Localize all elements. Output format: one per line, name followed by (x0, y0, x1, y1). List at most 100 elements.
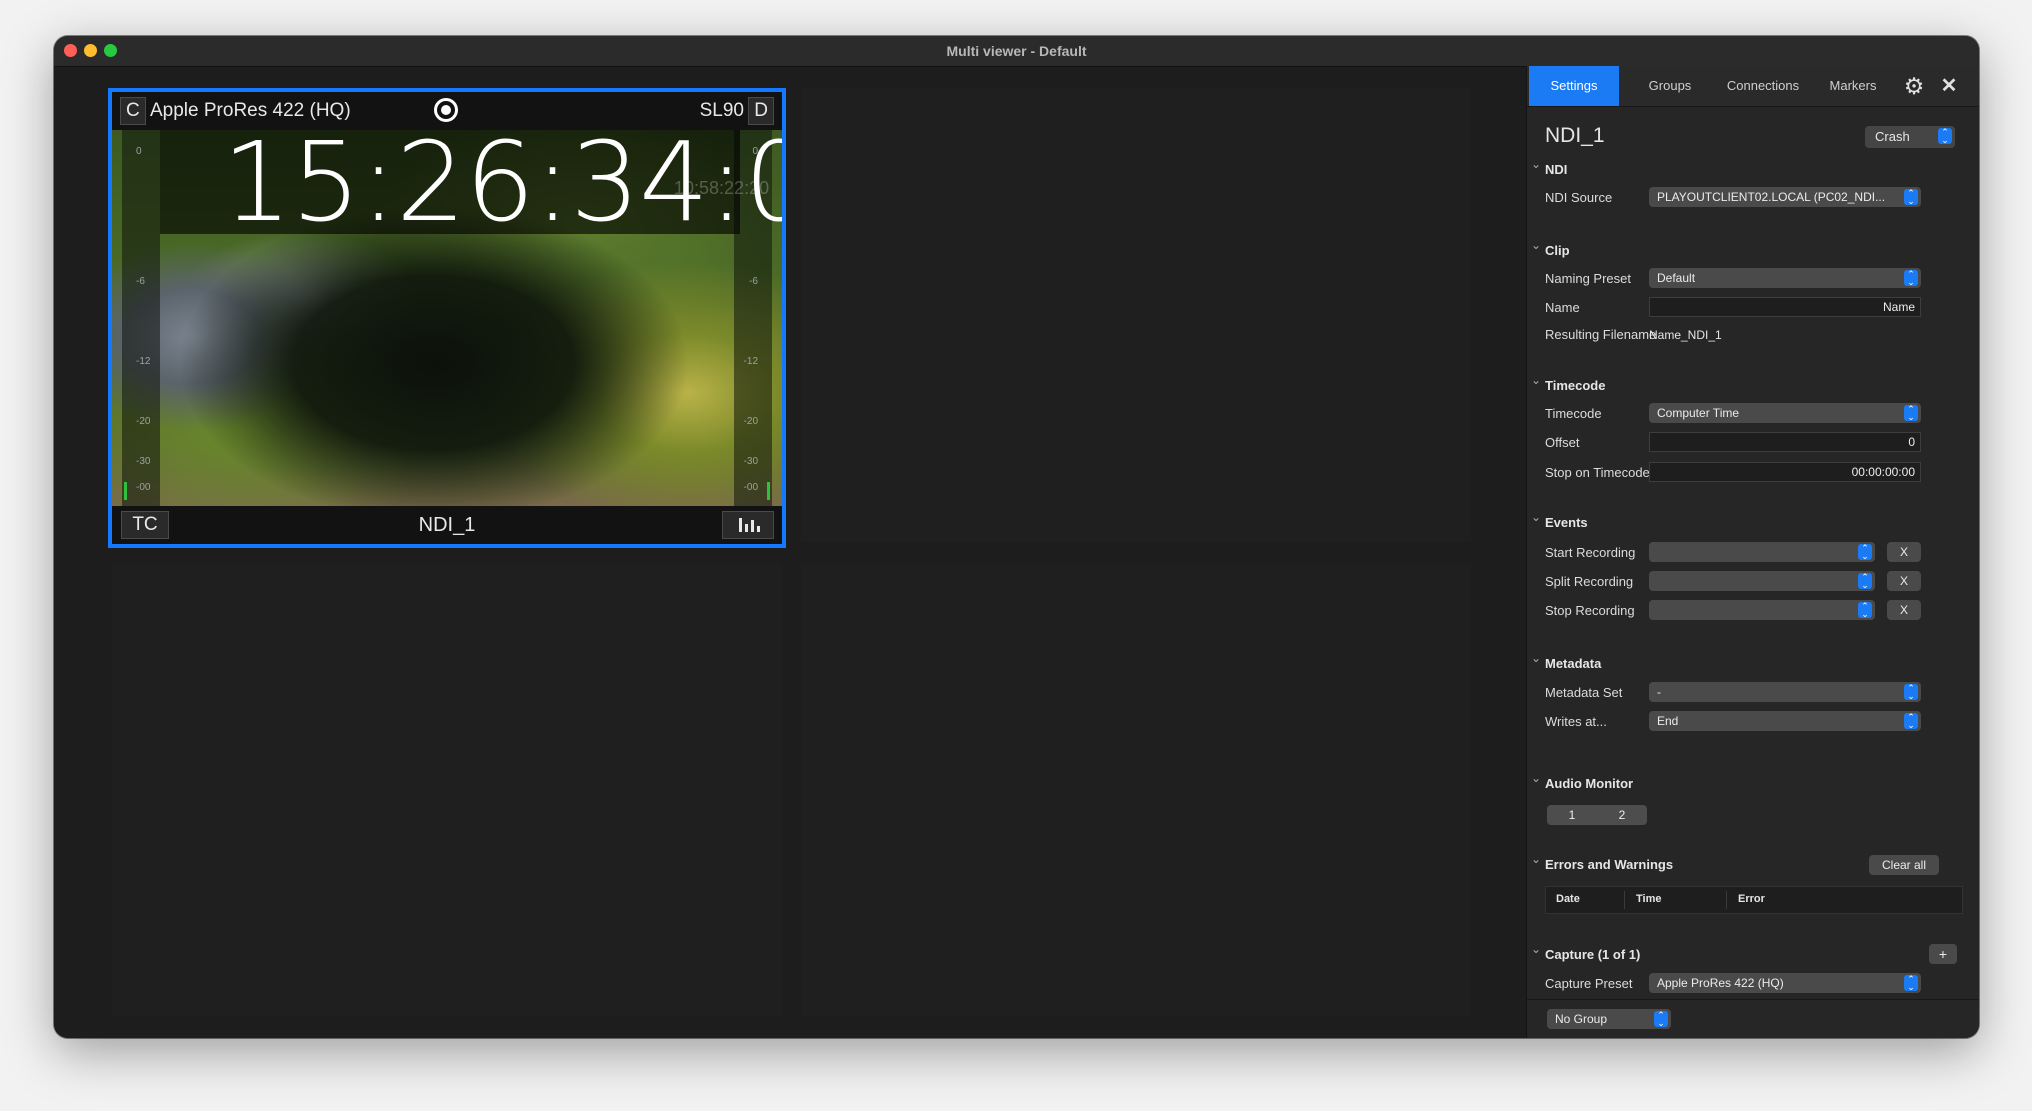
meter-tick: -12 (743, 356, 758, 367)
section-timecode[interactable]: Timecode (1531, 373, 1606, 393)
naming-preset-value: Default (1657, 271, 1696, 285)
tab-settings[interactable]: Settings (1529, 66, 1619, 106)
audio-channel-1[interactable]: 1 (1547, 805, 1597, 825)
stepper-icon: ⌃ ⌄ (1858, 602, 1872, 619)
stepper-icon: ⌃ ⌄ (1904, 405, 1918, 422)
meter-tick: -30 (743, 456, 758, 467)
meter-tick: -00 (136, 482, 151, 493)
tab-markers[interactable]: Markers (1813, 66, 1893, 106)
metadata-set-label: Metadata Set (1545, 685, 1623, 700)
stop-recording-select[interactable]: ⌃ ⌄ (1649, 600, 1875, 620)
meter-tick: -6 (136, 276, 145, 287)
viewer-tile-1[interactable]: C Apple ProRes 422 (HQ) SL90 D 0 -6 -12 … (108, 88, 786, 548)
group-select[interactable]: No Group ⌃ ⌄ (1547, 1009, 1671, 1029)
start-recording-clear-button[interactable]: X (1887, 542, 1921, 562)
column-error[interactable]: Error (1738, 893, 1765, 905)
column-date[interactable]: Date (1556, 893, 1580, 905)
offset-input[interactable]: 0 (1649, 432, 1921, 452)
section-capture[interactable]: Capture (1 of 1) (1531, 942, 1640, 962)
add-capture-button[interactable]: + (1929, 944, 1957, 964)
stepper-icon: ⌃ ⌄ (1904, 270, 1918, 287)
gear-icon[interactable]: ⚙ (1902, 74, 1926, 98)
meter-tick: -20 (136, 416, 151, 427)
ndi-source-select[interactable]: PLAYOUTCLIENT02.LOCAL (PC02_NDI... ⌃ ⌄ (1649, 187, 1921, 207)
meter-level (124, 482, 127, 500)
mode-select[interactable]: Crash ⌃ ⌄ (1865, 126, 1955, 148)
capture-preset-value: Apple ProRes 422 (HQ) (1657, 976, 1784, 990)
group-select-value: No Group (1555, 1012, 1608, 1026)
device-title: NDI_1 (1545, 124, 1605, 147)
ndi-source-label: NDI Source (1545, 190, 1613, 205)
section-events[interactable]: Events (1531, 510, 1588, 530)
writes-at-select[interactable]: End ⌃ ⌄ (1649, 711, 1921, 731)
split-recording-select[interactable]: ⌃ ⌄ (1649, 571, 1875, 591)
meter-tick: 0 (136, 146, 142, 157)
meter-tick: -6 (749, 276, 758, 287)
tile-codec-label: Apple ProRes 422 (HQ) (150, 100, 351, 121)
meter-level (767, 482, 770, 500)
stop-on-timecode-label: Stop on Timecode (1545, 465, 1650, 480)
settings-panel: Settings Groups Connections Markers ⚙ ✕ … (1526, 66, 1979, 1038)
metadata-set-value: - (1657, 685, 1661, 699)
start-recording-select[interactable]: ⌃ ⌄ (1649, 542, 1875, 562)
tab-groups[interactable]: Groups (1627, 66, 1713, 106)
capture-preset-label: Capture Preset (1545, 976, 1633, 991)
tile-left-badge[interactable]: C (120, 97, 146, 125)
viewer-tile-3[interactable] (112, 564, 782, 1016)
tab-connections[interactable]: Connections (1713, 66, 1813, 106)
timecode-overlay: 10:58:22:20 15:26:34:01 (160, 130, 782, 238)
record-icon[interactable] (434, 98, 458, 122)
section-errors[interactable]: Errors and Warnings (1531, 852, 1673, 872)
clear-all-button[interactable]: Clear all (1869, 855, 1939, 875)
audio-channel-2[interactable]: 2 (1597, 805, 1647, 825)
start-recording-label: Start Recording (1545, 545, 1636, 560)
stop-recording-label: Stop Recording (1545, 603, 1635, 618)
viewer-tile-4[interactable] (801, 564, 1471, 1016)
naming-preset-select[interactable]: Default ⌃ ⌄ (1649, 268, 1921, 288)
meter-tick: -12 (136, 356, 151, 367)
title-bar: Multi viewer - Default (54, 36, 1979, 67)
offset-label: Offset (1545, 435, 1580, 450)
stepper-icon: ⌃ ⌄ (1654, 1011, 1668, 1028)
section-ndi[interactable]: NDI (1531, 157, 1568, 177)
tile-right-badge[interactable]: D (748, 97, 774, 125)
meter-tick: -00 (743, 482, 758, 493)
writes-at-value: End (1657, 714, 1679, 728)
stop-recording-clear-button[interactable]: X (1887, 600, 1921, 620)
tile-sl-label: SL90 (699, 100, 744, 121)
timecode-display: 15:26:34:01 (222, 130, 782, 246)
close-icon[interactable]: ✕ (1937, 74, 1961, 98)
writes-at-label: Writes at... (1545, 714, 1607, 729)
section-metadata[interactable]: Metadata (1531, 651, 1601, 671)
tile-name: NDI_1 (418, 514, 476, 536)
timecode-value: Computer Time (1657, 406, 1740, 420)
mode-select-value: Crash (1875, 129, 1910, 144)
resulting-filename-value: Name_NDI_1 (1649, 328, 1722, 342)
stepper-icon: ⌃ ⌄ (1904, 713, 1918, 730)
split-recording-label: Split Recording (1545, 574, 1634, 589)
column-time[interactable]: Time (1636, 893, 1661, 905)
errors-table: Date Time Error (1545, 886, 1963, 914)
panel-tabs: Settings Groups Connections Markers ⚙ ✕ (1527, 66, 1979, 107)
name-input[interactable]: Name (1649, 297, 1921, 317)
capture-preset-select[interactable]: Apple ProRes 422 (HQ) ⌃ ⌄ (1649, 973, 1921, 993)
metadata-set-select[interactable]: - ⌃ ⌄ (1649, 682, 1921, 702)
section-clip[interactable]: Clip (1531, 238, 1569, 258)
app-window: Multi viewer - Default C Apple ProRes 42… (54, 36, 1979, 1038)
panel-footer: No Group ⌃ ⌄ (1527, 999, 1979, 1038)
stepper-icon: ⌃ ⌄ (1858, 573, 1872, 590)
resulting-filename-label: Resulting Filename (1545, 327, 1657, 342)
naming-preset-label: Naming Preset (1545, 271, 1631, 286)
name-label: Name (1545, 300, 1580, 315)
audio-meter-left: 0 -6 -12 -20 -30 -00 (122, 130, 160, 506)
timecode-label: Timecode (1545, 406, 1602, 421)
stop-on-timecode-input[interactable]: 00:00:00:00 (1649, 462, 1921, 482)
audio-bars-icon[interactable] (722, 511, 774, 539)
split-recording-clear-button[interactable]: X (1887, 571, 1921, 591)
audio-channel-selector: 1 2 (1547, 805, 1647, 825)
timecode-select[interactable]: Computer Time ⌃ ⌄ (1649, 403, 1921, 423)
viewer-tile-2[interactable] (801, 88, 1471, 542)
tile-header: C Apple ProRes 422 (HQ) SL90 D (112, 92, 782, 130)
section-audio-monitor[interactable]: Audio Monitor (1531, 771, 1633, 791)
stepper-icon: ⌃ ⌄ (1904, 975, 1918, 992)
